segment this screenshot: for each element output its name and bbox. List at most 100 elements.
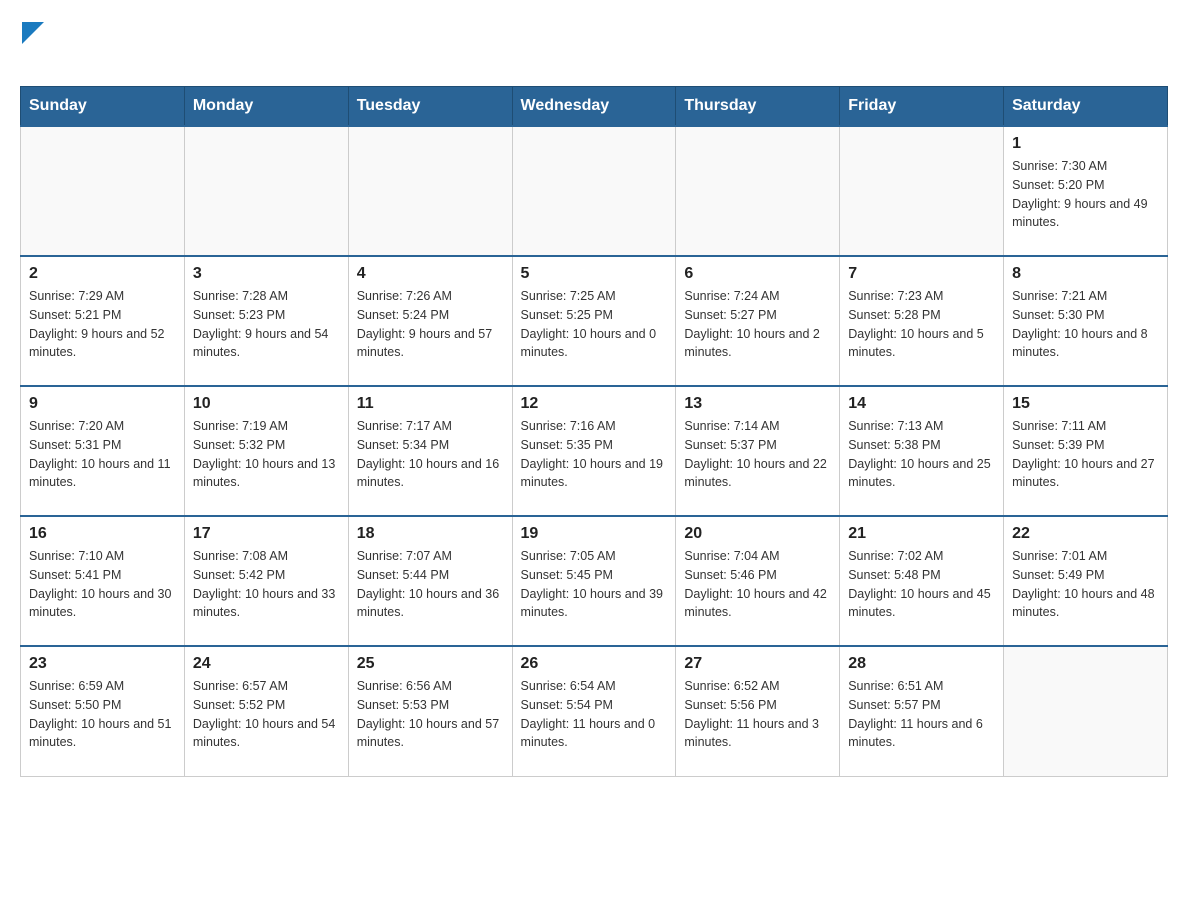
weekday-header-friday: Friday	[840, 87, 1004, 127]
calendar-cell: 18 Sunrise: 7:07 AM Sunset: 5:44 PM Dayli…	[348, 516, 512, 646]
day-number: 8	[1012, 265, 1159, 283]
weekday-header-saturday: Saturday	[1004, 87, 1168, 127]
weekday-header-thursday: Thursday	[676, 87, 840, 127]
weekday-header-sunday: Sunday	[21, 87, 185, 127]
calendar-cell: 7 Sunrise: 7:23 AM Sunset: 5:28 PM Daylig…	[840, 256, 1004, 386]
day-info: Sunrise: 7:01 AM Sunset: 5:49 PM Dayligh…	[1012, 547, 1159, 622]
day-info: Sunrise: 7:02 AM Sunset: 5:48 PM Dayligh…	[848, 547, 995, 622]
day-number: 20	[684, 525, 831, 543]
day-number: 23	[29, 655, 176, 673]
day-number: 17	[193, 525, 340, 543]
day-info: Sunrise: 7:29 AM Sunset: 5:21 PM Dayligh…	[29, 287, 176, 362]
calendar-cell: 23 Sunrise: 6:59 AM Sunset: 5:50 PM Dayli…	[21, 646, 185, 776]
calendar-cell	[840, 126, 1004, 256]
day-number: 4	[357, 265, 504, 283]
day-info: Sunrise: 7:07 AM Sunset: 5:44 PM Dayligh…	[357, 547, 504, 622]
logo-triangle-icon	[22, 22, 44, 44]
calendar-cell: 12 Sunrise: 7:16 AM Sunset: 5:35 PM Dayli…	[512, 386, 676, 516]
day-number: 18	[357, 525, 504, 543]
day-number: 2	[29, 265, 176, 283]
calendar-cell: 28 Sunrise: 6:51 AM Sunset: 5:57 PM Dayli…	[840, 646, 1004, 776]
day-info: Sunrise: 6:57 AM Sunset: 5:52 PM Dayligh…	[193, 677, 340, 752]
day-number: 25	[357, 655, 504, 673]
day-info: Sunrise: 7:05 AM Sunset: 5:45 PM Dayligh…	[521, 547, 668, 622]
day-info: Sunrise: 7:14 AM Sunset: 5:37 PM Dayligh…	[684, 417, 831, 492]
day-info: Sunrise: 7:24 AM Sunset: 5:27 PM Dayligh…	[684, 287, 831, 362]
calendar-cell: 2 Sunrise: 7:29 AM Sunset: 5:21 PM Daylig…	[21, 256, 185, 386]
day-info: Sunrise: 7:25 AM Sunset: 5:25 PM Dayligh…	[521, 287, 668, 362]
calendar-cell: 14 Sunrise: 7:13 AM Sunset: 5:38 PM Dayli…	[840, 386, 1004, 516]
calendar-cell: 15Sunrise: 7:11 AM Sunset: 5:39 PM Dayli…	[1004, 386, 1168, 516]
day-number: 6	[684, 265, 831, 283]
calendar-cell: 10 Sunrise: 7:19 AM Sunset: 5:32 PM Dayli…	[184, 386, 348, 516]
day-info: Sunrise: 6:52 AM Sunset: 5:56 PM Dayligh…	[684, 677, 831, 752]
weekday-header-tuesday: Tuesday	[348, 87, 512, 127]
day-info: Sunrise: 7:26 AM Sunset: 5:24 PM Dayligh…	[357, 287, 504, 362]
day-number: 9	[29, 395, 176, 413]
calendar-cell	[21, 126, 185, 256]
calendar-cell: 5 Sunrise: 7:25 AM Sunset: 5:25 PM Daylig…	[512, 256, 676, 386]
calendar-cell: 6 Sunrise: 7:24 AM Sunset: 5:27 PM Daylig…	[676, 256, 840, 386]
calendar-cell: 20 Sunrise: 7:04 AM Sunset: 5:46 PM Dayli…	[676, 516, 840, 646]
day-number: 11	[357, 395, 504, 413]
calendar-week-row: 1Sunrise: 7:30 AM Sunset: 5:20 PM Daylig…	[21, 126, 1168, 256]
calendar-cell: 13 Sunrise: 7:14 AM Sunset: 5:37 PM Dayli…	[676, 386, 840, 516]
calendar-cell: 22 Sunrise: 7:01 AM Sunset: 5:49 PM Dayli…	[1004, 516, 1168, 646]
day-info: Sunrise: 6:51 AM Sunset: 5:57 PM Dayligh…	[848, 677, 995, 752]
day-info: Sunrise: 7:28 AM Sunset: 5:23 PM Dayligh…	[193, 287, 340, 362]
calendar-cell	[348, 126, 512, 256]
calendar-table: SundayMondayTuesdayWednesdayThursdayFrid…	[20, 86, 1168, 777]
day-info: Sunrise: 7:10 AM Sunset: 5:41 PM Dayligh…	[29, 547, 176, 622]
page-header	[20, 20, 1168, 76]
calendar-cell: 26Sunrise: 6:54 AM Sunset: 5:54 PM Dayli…	[512, 646, 676, 776]
calendar-cell: 19 Sunrise: 7:05 AM Sunset: 5:45 PM Dayli…	[512, 516, 676, 646]
day-number: 5	[521, 265, 668, 283]
calendar-cell: 11 Sunrise: 7:17 AM Sunset: 5:34 PM Dayli…	[348, 386, 512, 516]
calendar-cell: 24Sunrise: 6:57 AM Sunset: 5:52 PM Dayli…	[184, 646, 348, 776]
calendar-week-row: 2 Sunrise: 7:29 AM Sunset: 5:21 PM Daylig…	[21, 256, 1168, 386]
weekday-header-wednesday: Wednesday	[512, 87, 676, 127]
day-number: 28	[848, 655, 995, 673]
day-number: 10	[193, 395, 340, 413]
calendar-cell: 9 Sunrise: 7:20 AM Sunset: 5:31 PM Daylig…	[21, 386, 185, 516]
calendar-cell: 25 Sunrise: 6:56 AM Sunset: 5:53 PM Dayli…	[348, 646, 512, 776]
day-info: Sunrise: 7:20 AM Sunset: 5:31 PM Dayligh…	[29, 417, 176, 492]
day-number: 1	[1012, 135, 1159, 153]
calendar-cell	[184, 126, 348, 256]
day-number: 3	[193, 265, 340, 283]
day-info: Sunrise: 7:17 AM Sunset: 5:34 PM Dayligh…	[357, 417, 504, 492]
day-info: Sunrise: 7:19 AM Sunset: 5:32 PM Dayligh…	[193, 417, 340, 492]
day-info: Sunrise: 7:08 AM Sunset: 5:42 PM Dayligh…	[193, 547, 340, 622]
calendar-cell	[512, 126, 676, 256]
day-info: Sunrise: 7:23 AM Sunset: 5:28 PM Dayligh…	[848, 287, 995, 362]
day-info: Sunrise: 7:04 AM Sunset: 5:46 PM Dayligh…	[684, 547, 831, 622]
day-number: 21	[848, 525, 995, 543]
calendar-cell: 8 Sunrise: 7:21 AM Sunset: 5:30 PM Daylig…	[1004, 256, 1168, 386]
calendar-cell	[676, 126, 840, 256]
day-number: 16	[29, 525, 176, 543]
day-number: 27	[684, 655, 831, 673]
calendar-cell: 17 Sunrise: 7:08 AM Sunset: 5:42 PM Dayli…	[184, 516, 348, 646]
day-number: 12	[521, 395, 668, 413]
day-number: 14	[848, 395, 995, 413]
day-number: 22	[1012, 525, 1159, 543]
calendar-cell: 21 Sunrise: 7:02 AM Sunset: 5:48 PM Dayli…	[840, 516, 1004, 646]
day-info: Sunrise: 6:54 AM Sunset: 5:54 PM Dayligh…	[521, 677, 668, 752]
day-number: 7	[848, 265, 995, 283]
day-info: Sunrise: 7:13 AM Sunset: 5:38 PM Dayligh…	[848, 417, 995, 492]
day-info: Sunrise: 6:59 AM Sunset: 5:50 PM Dayligh…	[29, 677, 176, 752]
calendar-header-row: SundayMondayTuesdayWednesdayThursdayFrid…	[21, 87, 1168, 127]
calendar-cell: 3 Sunrise: 7:28 AM Sunset: 5:23 PM Daylig…	[184, 256, 348, 386]
day-info: Sunrise: 7:16 AM Sunset: 5:35 PM Dayligh…	[521, 417, 668, 492]
day-number: 13	[684, 395, 831, 413]
day-number: 19	[521, 525, 668, 543]
day-number: 15	[1012, 395, 1159, 413]
calendar-week-row: 16 Sunrise: 7:10 AM Sunset: 5:41 PM Dayli…	[21, 516, 1168, 646]
day-info: Sunrise: 7:21 AM Sunset: 5:30 PM Dayligh…	[1012, 287, 1159, 362]
weekday-header-monday: Monday	[184, 87, 348, 127]
calendar-cell: 1Sunrise: 7:30 AM Sunset: 5:20 PM Daylig…	[1004, 126, 1168, 256]
logo	[20, 20, 44, 76]
calendar-week-row: 23 Sunrise: 6:59 AM Sunset: 5:50 PM Dayli…	[21, 646, 1168, 776]
calendar-cell: 27 Sunrise: 6:52 AM Sunset: 5:56 PM Dayli…	[676, 646, 840, 776]
day-info: Sunrise: 6:56 AM Sunset: 5:53 PM Dayligh…	[357, 677, 504, 752]
